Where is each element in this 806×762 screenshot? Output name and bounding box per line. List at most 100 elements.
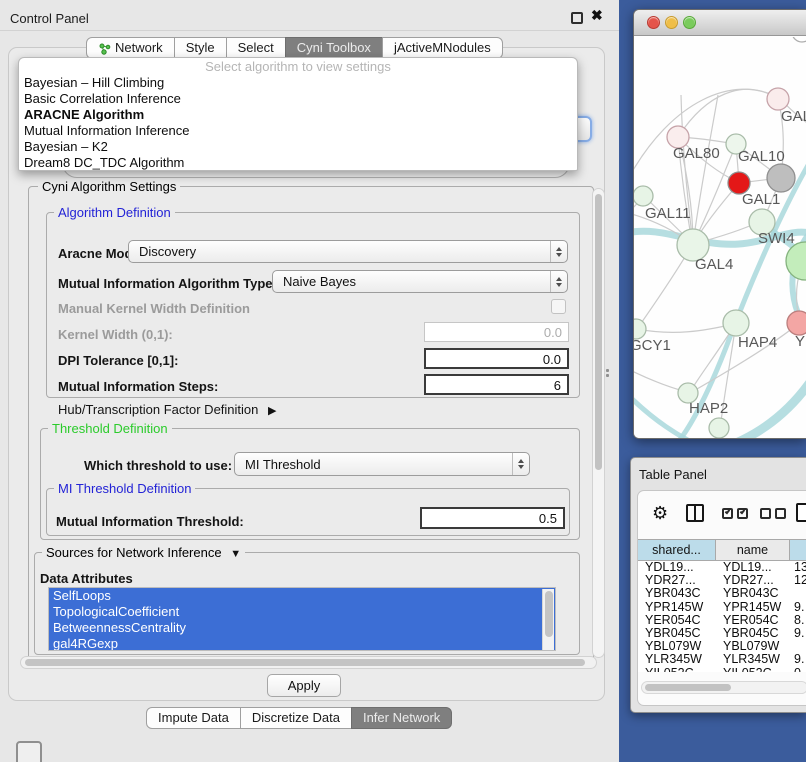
algorithm-placeholder: Select algorithm to view settings xyxy=(19,58,577,75)
tab-style[interactable]: Style xyxy=(174,37,227,59)
network-node[interactable] xyxy=(786,242,806,280)
table-cell: YBR045C xyxy=(638,627,716,640)
mi-type-combo[interactable]: Naive Bayes xyxy=(272,270,568,293)
table-row[interactable]: YLR345WYLR345W9. xyxy=(638,653,806,666)
file-icon[interactable] xyxy=(796,503,806,522)
mi-steps-input[interactable]: 6 xyxy=(424,374,569,395)
node-label: HAP2 xyxy=(689,400,728,417)
table-cell: YER054C xyxy=(716,614,790,627)
aracne-mode-combo[interactable]: Discovery xyxy=(128,240,568,263)
table-cell: 12 xyxy=(790,574,806,587)
mi-threshold-input[interactable]: 0.5 xyxy=(420,507,565,529)
column-header[interactable] xyxy=(790,539,806,561)
close-window-icon[interactable] xyxy=(647,16,660,29)
mi-type-label: Mutual Information Algorithm Type: xyxy=(58,276,277,291)
attribute-item[interactable]: TopologicalCoefficient xyxy=(49,604,555,620)
kernel-width-input[interactable]: 0.0 xyxy=(424,322,569,342)
attribute-item[interactable]: BetweennessCentrality xyxy=(49,620,555,636)
stepper-arrows-icon xyxy=(512,453,529,475)
table-row[interactable]: YBR043CYBR043C xyxy=(638,587,806,600)
table-row[interactable]: YDR27...YDR27...12 xyxy=(638,574,806,587)
table-row[interactable]: YDL19...YDL19...13 xyxy=(638,561,806,574)
column-header[interactable]: name xyxy=(716,539,790,561)
attributes-scrollbar[interactable] xyxy=(542,589,554,651)
table-row[interactable]: YIL052CYIL052C0. xyxy=(638,667,806,673)
which-threshold-label: Which threshold to use: xyxy=(84,458,232,473)
select-all-icon[interactable] xyxy=(722,508,733,519)
minimized-panel-icon[interactable] xyxy=(16,741,42,762)
algorithm-option[interactable]: ARACNE Algorithm xyxy=(19,107,577,123)
network-window-titlebar[interactable] xyxy=(634,10,806,36)
table-panel-window: Table Panel ⚙ shared...name YDL19...YDL1… xyxy=(630,457,806,713)
titlebar-divider xyxy=(0,30,619,31)
network-node-hap4[interactable] xyxy=(723,310,749,336)
tab-select[interactable]: Select xyxy=(226,37,286,59)
network-canvas[interactable]: GALGAL80GAL10GAL1GAL11SWI4GAL4GCY1HAP4YH… xyxy=(634,37,806,439)
tab-label: Style xyxy=(186,38,215,58)
dpi-tolerance-input[interactable]: 0.0 xyxy=(424,348,569,369)
close-panel-button[interactable]: ✖ xyxy=(591,7,603,24)
attribute-item[interactable]: gal4RGexp xyxy=(49,636,555,651)
splitpane-grip[interactable] xyxy=(606,369,609,372)
table-cell: YPR145W xyxy=(638,601,716,614)
mi-steps-label: Mutual Information Steps: xyxy=(58,379,218,394)
node-label: GAL11 xyxy=(645,205,691,222)
network-node[interactable] xyxy=(709,418,729,438)
tab-cyni-toolbox[interactable]: Cyni Toolbox xyxy=(285,37,383,59)
deselect-all-icon[interactable] xyxy=(760,508,771,519)
data-attributes-list: SelfLoopsTopologicalCoefficientBetweenne… xyxy=(48,587,556,651)
zoom-window-icon[interactable] xyxy=(683,16,696,29)
sources-title-row[interactable]: Sources for Network Inference ▼ xyxy=(42,545,245,560)
algorithm-definition-title: Algorithm Definition xyxy=(54,205,175,220)
manual-kernel-checkbox[interactable] xyxy=(551,299,566,314)
table-row[interactable]: YPR145WYPR145W9. xyxy=(638,601,806,614)
apply-button[interactable]: Apply xyxy=(267,674,341,697)
algorithm-option[interactable]: Bayesian – K2 xyxy=(19,139,577,155)
network-edge xyxy=(637,247,691,329)
table-row[interactable]: YER054CYER054C8. xyxy=(638,614,806,627)
network-node[interactable] xyxy=(792,37,806,42)
tab-infer-network[interactable]: Infer Network xyxy=(351,707,452,729)
network-node-gal[interactable] xyxy=(767,88,789,110)
network-node-y[interactable] xyxy=(787,311,806,335)
table-cell: 9. xyxy=(790,601,806,614)
column-layout-icon[interactable] xyxy=(686,504,704,522)
network-node-gcy1[interactable] xyxy=(634,319,646,339)
mi-threshold-title: MI Threshold Definition xyxy=(54,481,195,496)
table-cell: YDL19... xyxy=(716,561,790,574)
table-cell: 0. xyxy=(790,667,806,673)
deselect-all-icon-2[interactable] xyxy=(775,508,786,519)
tab-discretize-data[interactable]: Discretize Data xyxy=(240,707,352,729)
network-node-gal11[interactable] xyxy=(634,186,653,206)
column-header[interactable]: shared... xyxy=(638,539,716,561)
settings-horizontal-scrollbar[interactable] xyxy=(20,656,597,669)
table-panel-title: Table Panel xyxy=(639,467,707,482)
algorithm-option[interactable]: Bayesian – Hill Climbing xyxy=(19,75,577,91)
tab-network[interactable]: Network xyxy=(86,37,175,59)
which-threshold-combo[interactable]: MI Threshold xyxy=(234,452,530,476)
minimize-window-icon[interactable] xyxy=(665,16,678,29)
mi-threshold-label: Mutual Information Threshold: xyxy=(56,514,244,529)
tab-jactivemnodules[interactable]: jActiveMNodules xyxy=(382,37,503,59)
tab-label: Infer Network xyxy=(363,708,440,728)
select-all-icon-2[interactable] xyxy=(737,508,748,519)
gear-icon[interactable]: ⚙ xyxy=(652,503,668,524)
algorithm-option[interactable]: Basic Correlation Inference xyxy=(19,91,577,107)
algorithm-option[interactable]: Mutual Information Inference xyxy=(19,123,577,139)
algorithm-option[interactable]: Dream8 DC_TDC Algorithm xyxy=(19,155,577,171)
tab-impute-data[interactable]: Impute Data xyxy=(146,707,241,729)
threshold-title: Threshold Definition xyxy=(48,421,172,436)
network-node[interactable] xyxy=(767,164,795,192)
algorithm-dropdown-popup: Select algorithm to view settings Bayesi… xyxy=(18,57,578,171)
table-cell: YLR345W xyxy=(716,653,790,666)
table-cell: YBL079W xyxy=(638,640,716,653)
table-row[interactable]: YBL079WYBL079W xyxy=(638,640,806,653)
table-row[interactable]: YBR045CYBR045C9. xyxy=(638,627,806,640)
attribute-item[interactable]: SelfLoops xyxy=(49,588,555,604)
table-cell: 8. xyxy=(790,614,806,627)
table-horizontal-scrollbar[interactable] xyxy=(641,681,806,694)
tab-label: jActiveMNodules xyxy=(394,38,491,58)
settings-vertical-scrollbar[interactable] xyxy=(592,188,605,658)
float-panel-button[interactable] xyxy=(571,12,583,24)
hub-section-toggle[interactable]: Hub/Transcription Factor Definition ▶ xyxy=(58,402,276,417)
